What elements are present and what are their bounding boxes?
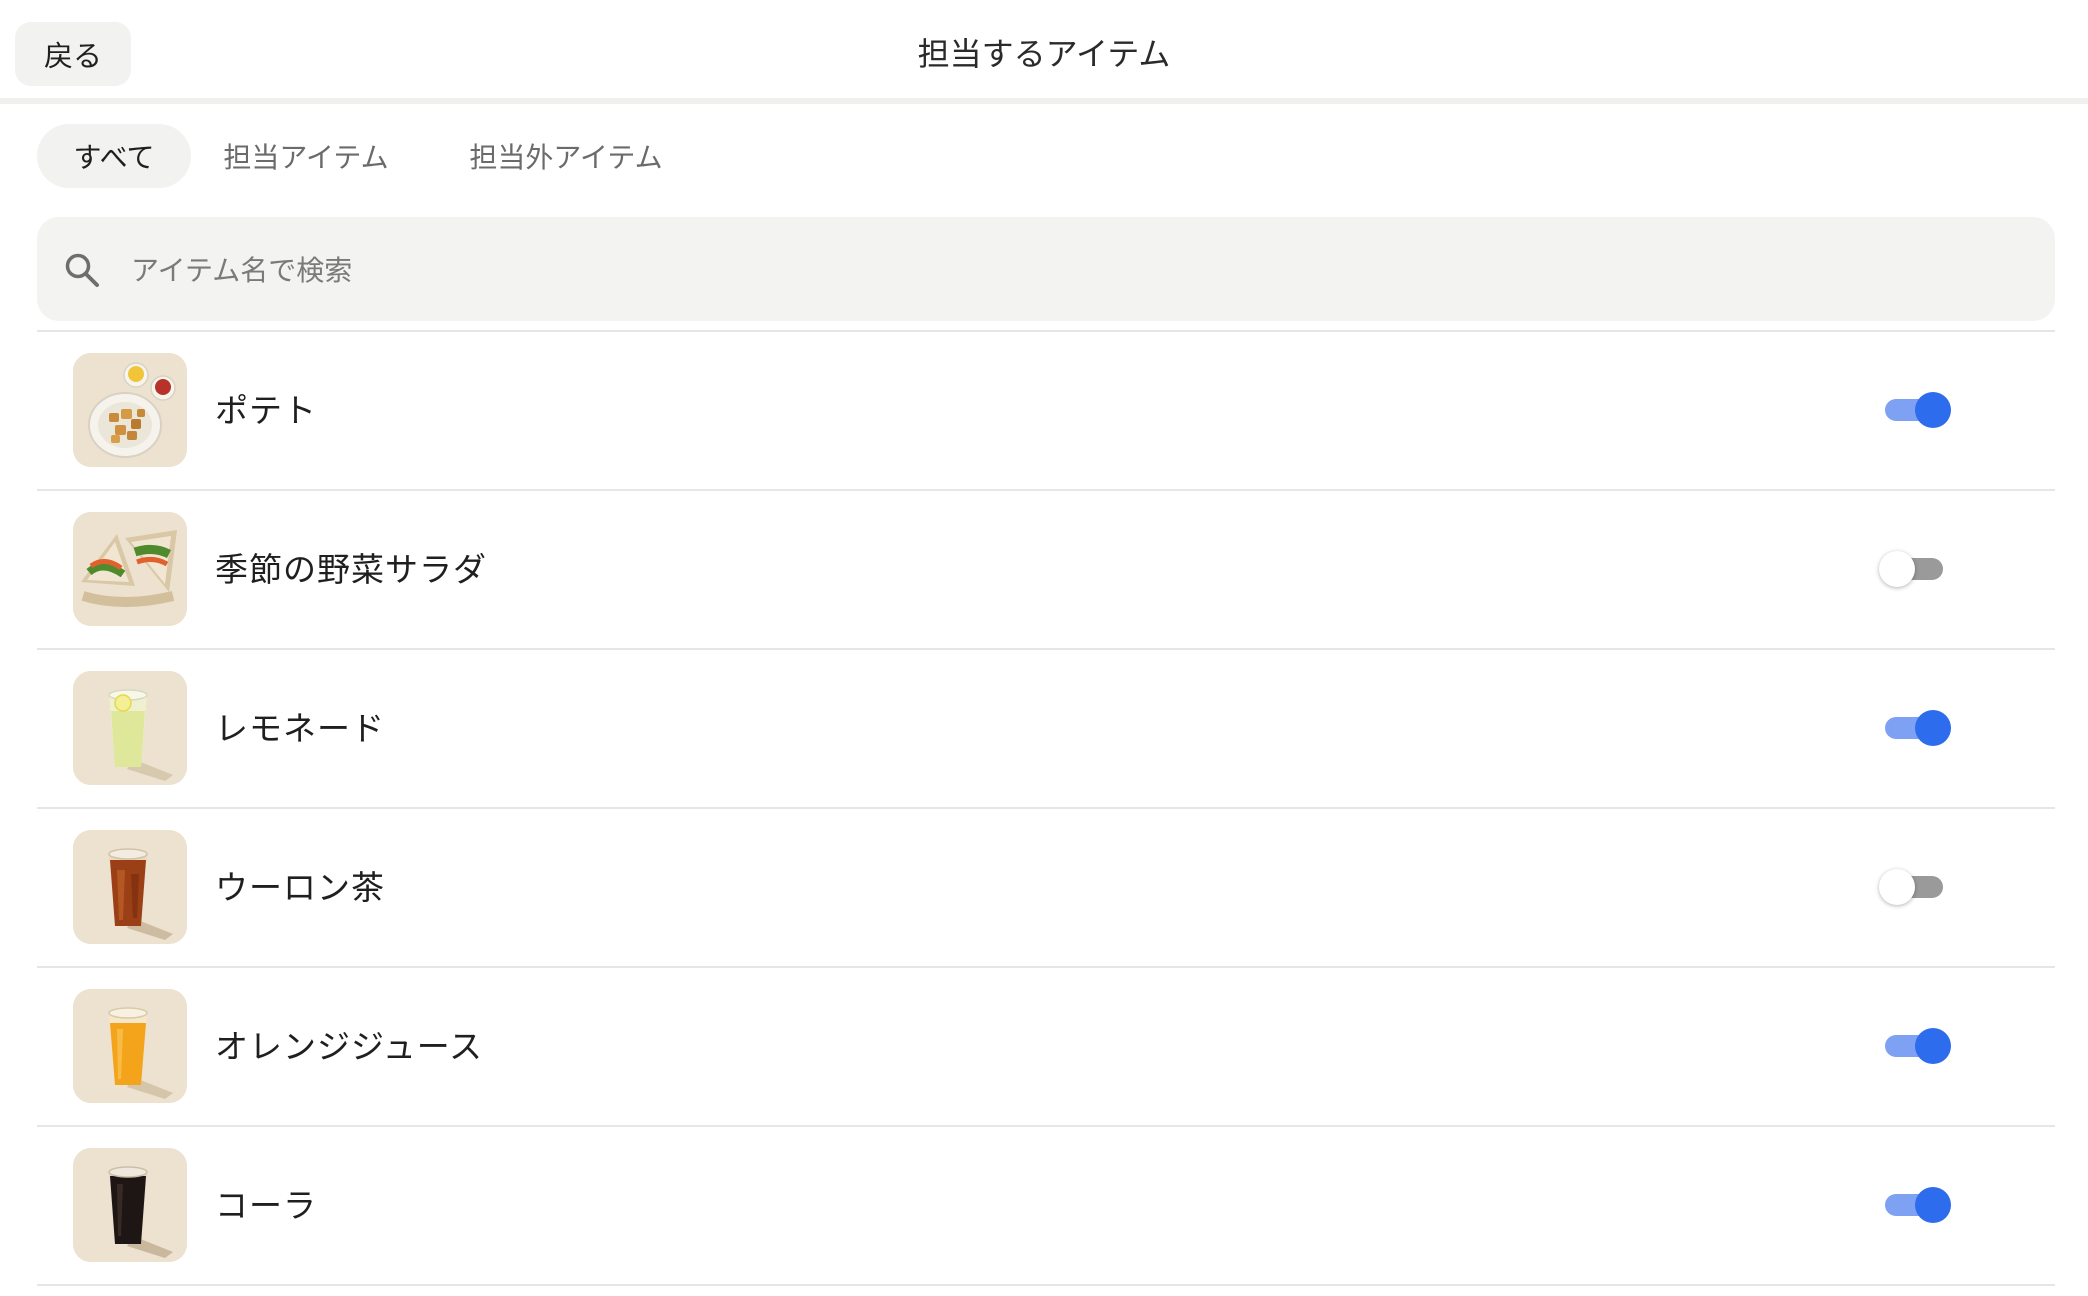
app-root: 戻る 担当するアイテム すべて 担当アイテム 担当外アイテム アイテム名で検索 …: [0, 0, 2088, 1296]
list-item: 季節の野菜サラダ: [37, 491, 2055, 650]
search-bar: [37, 217, 2055, 323]
toggle-knob: [1915, 392, 1951, 428]
item-name: オレンジジュース: [215, 1027, 484, 1066]
sandwich-image: [73, 512, 187, 626]
lemonade-cup-image: [73, 671, 187, 785]
cola-cup-image: [73, 1148, 187, 1262]
filter-tabs: すべて 担当アイテム 担当外アイテム: [37, 124, 695, 188]
tab-assigned-items[interactable]: 担当アイテム: [201, 124, 411, 188]
item-toggle-switch[interactable]: [1879, 869, 1951, 905]
toggle-knob: [1879, 551, 1915, 587]
search-input[interactable]: [129, 217, 2013, 323]
item-toggle-switch[interactable]: [1881, 392, 1951, 428]
fries-plate-image: [73, 353, 187, 467]
toggle-knob: [1915, 710, 1951, 746]
header-bar: 戻る 担当するアイテム: [0, 0, 2088, 104]
list-item: オレンジジュース: [37, 968, 2055, 1127]
item-list: ポテト 季節の野菜サラダ レモネード ウーロン茶 オレンジジュース コーラ: [37, 332, 2055, 1286]
item-name: コーラ: [215, 1186, 317, 1225]
tab-all[interactable]: すべて: [37, 124, 191, 188]
list-item: ポテト: [37, 332, 2055, 491]
toggle-knob: [1915, 1028, 1951, 1064]
page-title: 担当するアイテム: [917, 35, 1171, 73]
toggle-knob: [1879, 869, 1915, 905]
item-name: ポテト: [215, 391, 317, 430]
list-item: レモネード: [37, 650, 2055, 809]
item-name: ウーロン茶: [215, 868, 385, 907]
orange-juice-cup-image: [73, 989, 187, 1103]
item-toggle-switch[interactable]: [1881, 1028, 1951, 1064]
tab-unassigned-items[interactable]: 担当外アイテム: [437, 124, 695, 188]
item-toggle-switch[interactable]: [1881, 710, 1951, 746]
list-item: ウーロン茶: [37, 809, 2055, 968]
item-name: レモネード: [215, 709, 385, 748]
item-name: 季節の野菜サラダ: [215, 550, 487, 589]
list-item: コーラ: [37, 1127, 2055, 1286]
item-toggle-switch[interactable]: [1881, 1187, 1951, 1223]
oolong-tea-cup-image: [73, 830, 187, 944]
item-toggle-switch[interactable]: [1879, 551, 1951, 587]
toggle-knob: [1915, 1187, 1951, 1223]
search-icon: [63, 251, 101, 289]
